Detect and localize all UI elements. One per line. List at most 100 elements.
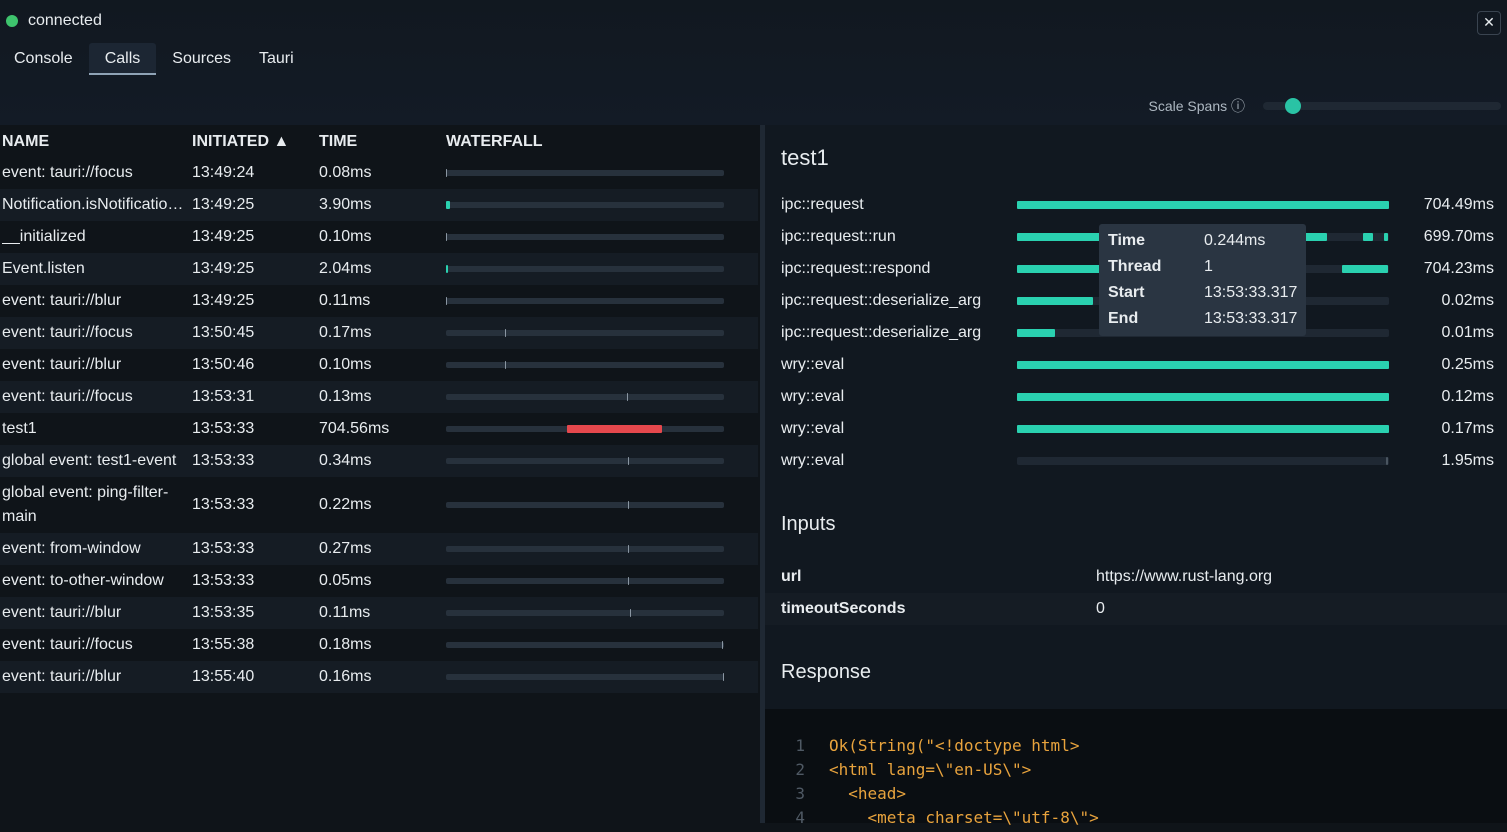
close-button[interactable]: ✕ bbox=[1477, 11, 1501, 35]
span-track bbox=[1017, 425, 1389, 433]
table-row[interactable]: event: tauri://focus 13:55:38 0.18ms bbox=[0, 629, 758, 661]
span-bar bbox=[1386, 457, 1388, 465]
table-row[interactable]: test1 13:53:33 704.56ms bbox=[0, 413, 758, 445]
line-number: 3 bbox=[795, 784, 805, 803]
tab-calls[interactable]: Calls bbox=[88, 43, 157, 75]
input-key: url bbox=[781, 568, 802, 585]
span-bar bbox=[1017, 393, 1389, 401]
span-duration: 704.23ms bbox=[1423, 260, 1494, 277]
waterfall-track bbox=[446, 201, 724, 209]
table-row[interactable]: event: tauri://blur 13:55:40 0.16ms bbox=[0, 661, 758, 693]
span-row[interactable]: ipc::request 704.49ms bbox=[765, 189, 1507, 221]
span-duration: 0.02ms bbox=[1441, 292, 1494, 309]
table-row[interactable]: event: from-window 13:53:33 0.27ms bbox=[0, 533, 758, 565]
span-row[interactable]: wry::eval 0.25ms bbox=[765, 349, 1507, 381]
tab-sources[interactable]: Sources bbox=[158, 43, 245, 75]
tab-tauri[interactable]: Tauri bbox=[245, 43, 308, 75]
code-text: <meta charset=\"utf-8\"> bbox=[829, 808, 1099, 827]
waterfall-marker bbox=[446, 265, 448, 273]
waterfall-marker bbox=[723, 673, 724, 681]
inputs-heading: Inputs bbox=[781, 513, 836, 535]
span-bar bbox=[1017, 201, 1389, 209]
tooltip-end-value: 13:53:33.317 bbox=[1204, 310, 1298, 327]
waterfall-marker bbox=[446, 169, 447, 177]
tooltip-start-label: Start bbox=[1108, 284, 1145, 301]
scale-spans-slider[interactable] bbox=[1263, 98, 1501, 114]
table-row[interactable]: event: tauri://blur 13:49:25 0.11ms bbox=[0, 285, 758, 317]
call-duration: 0.08ms bbox=[319, 164, 372, 181]
table-row[interactable]: event: tauri://focus 13:53:31 0.13ms bbox=[0, 381, 758, 413]
tooltip-start-value: 13:53:33.317 bbox=[1204, 284, 1298, 301]
table-row[interactable]: event: to-other-window 13:53:33 0.05ms bbox=[0, 565, 758, 597]
call-duration: 0.11ms bbox=[319, 292, 371, 309]
waterfall-marker bbox=[567, 425, 662, 433]
table-header: NAME INITIATED ▲ TIME WATERFALL bbox=[0, 125, 760, 157]
call-initiated: 13:53:33 bbox=[192, 540, 255, 557]
waterfall-track bbox=[446, 265, 724, 273]
call-initiated: 13:55:38 bbox=[192, 636, 255, 653]
input-row: timeoutSeconds 0 bbox=[765, 593, 1507, 625]
call-name: event: tauri://blur bbox=[2, 356, 122, 373]
span-name: ipc::request::deserialize_arg bbox=[781, 292, 982, 309]
waterfall-marker bbox=[628, 545, 629, 553]
span-bar bbox=[1305, 233, 1327, 241]
connection-status: connected bbox=[6, 12, 102, 30]
span-row[interactable]: wry::eval 0.12ms bbox=[765, 381, 1507, 413]
line-number: 1 bbox=[795, 736, 805, 755]
span-track bbox=[1017, 457, 1389, 465]
span-bar bbox=[1384, 233, 1388, 241]
slider-knob[interactable] bbox=[1285, 98, 1301, 114]
call-name: event: tauri://blur bbox=[2, 292, 122, 309]
call-initiated: 13:49:24 bbox=[192, 164, 255, 181]
tab-console[interactable]: Console bbox=[0, 43, 87, 75]
call-name: event: tauri://focus bbox=[2, 388, 133, 405]
status-label: connected bbox=[28, 12, 102, 29]
span-duration: 0.01ms bbox=[1441, 324, 1494, 341]
span-track bbox=[1017, 201, 1389, 209]
table-row[interactable]: event: tauri://blur 13:50:46 0.10ms bbox=[0, 349, 758, 381]
call-duration: 704.56ms bbox=[319, 420, 390, 437]
span-row[interactable]: wry::eval 0.17ms bbox=[765, 413, 1507, 445]
call-duration: 0.11ms bbox=[319, 604, 371, 621]
span-duration: 0.12ms bbox=[1441, 388, 1494, 405]
waterfall-track bbox=[446, 169, 724, 177]
table-row[interactable]: Event.listen 13:49:25 2.04ms bbox=[0, 253, 758, 285]
table-row[interactable]: event: tauri://blur 13:53:35 0.11ms bbox=[0, 597, 758, 629]
table-row[interactable]: global event: test1-event 13:53:33 0.34ms bbox=[0, 445, 758, 477]
tooltip-thread-label: Thread bbox=[1108, 258, 1162, 275]
span-duration: 0.17ms bbox=[1441, 420, 1494, 437]
call-initiated: 13:53:33 bbox=[192, 496, 255, 513]
span-bar bbox=[1017, 329, 1055, 337]
span-row[interactable]: wry::eval 1.95ms bbox=[765, 445, 1507, 477]
call-duration: 0.05ms bbox=[319, 572, 372, 589]
span-bar bbox=[1363, 233, 1373, 241]
table-row[interactable]: Notification.isNotificationPermissionGra… bbox=[0, 189, 758, 221]
call-initiated: 13:55:40 bbox=[192, 668, 255, 685]
tooltip-thread-value: 1 bbox=[1204, 258, 1213, 275]
tooltip-time-label: Time bbox=[1108, 232, 1146, 249]
span-name: wry::eval bbox=[781, 452, 845, 469]
call-name: event: to-other-window bbox=[2, 572, 164, 589]
span-duration: 704.49ms bbox=[1423, 196, 1494, 213]
span-name: ipc::request::run bbox=[781, 228, 896, 245]
column-name[interactable]: NAME bbox=[2, 133, 49, 151]
waterfall-track bbox=[446, 641, 724, 649]
span-bar bbox=[1342, 265, 1388, 273]
waterfall-track bbox=[446, 361, 724, 369]
table-row[interactable]: event: tauri://focus 13:49:24 0.08ms bbox=[0, 157, 758, 189]
span-bar bbox=[1017, 233, 1107, 241]
waterfall-marker bbox=[446, 233, 447, 241]
table-row[interactable]: __initialized 13:49:25 0.10ms bbox=[0, 221, 758, 253]
column-time[interactable]: TIME bbox=[319, 133, 357, 151]
table-row[interactable]: event: tauri://focus 13:50:45 0.17ms bbox=[0, 317, 758, 349]
status-dot-icon bbox=[6, 15, 18, 27]
tooltip-end-label: End bbox=[1108, 310, 1139, 327]
column-waterfall[interactable]: WATERFALL bbox=[446, 133, 543, 151]
call-name: event: from-window bbox=[2, 540, 141, 557]
code-text: Ok(String("<!doctype html> bbox=[829, 736, 1080, 755]
waterfall-marker bbox=[627, 393, 628, 401]
call-initiated: 13:49:25 bbox=[192, 196, 255, 213]
call-duration: 0.10ms bbox=[319, 356, 372, 373]
column-initiated[interactable]: INITIATED ▲ bbox=[192, 133, 289, 151]
table-row[interactable]: global event: ping-filter-main 13:53:33 0.… bbox=[0, 477, 758, 533]
